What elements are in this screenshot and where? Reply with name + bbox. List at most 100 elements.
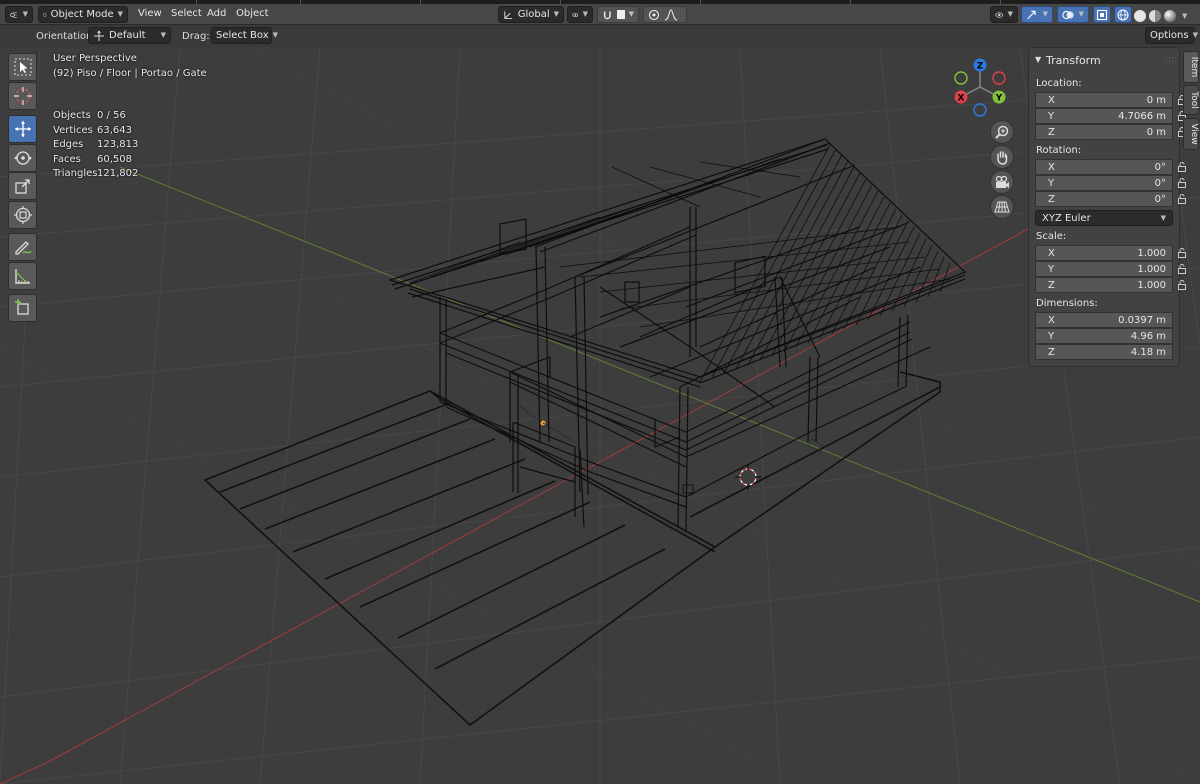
rotation-z-field[interactable]: Z 0° (1035, 191, 1173, 207)
cursor-tool[interactable] (8, 82, 37, 110)
field-value: 0 m (1146, 126, 1166, 138)
field-value: 4.7066 m (1118, 110, 1166, 122)
proportional-editing-toggle[interactable] (643, 6, 687, 23)
rotation-label: Rotation: (1036, 145, 1082, 156)
rotation-mode-selector[interactable]: XYZ Euler ▼ (1035, 210, 1173, 226)
field-value: 1.000 (1137, 247, 1166, 259)
shading-material-button[interactable] (1149, 10, 1161, 22)
chevron-down-icon: ▼ (272, 31, 279, 39)
menu-view[interactable]: View (138, 8, 162, 19)
select-cursor-icon (14, 58, 31, 76)
perspective-toggle-button[interactable] (990, 195, 1014, 219)
chevron-down-icon: ▼ (22, 10, 28, 18)
pivot-point-selector[interactable]: ▼ (567, 6, 593, 23)
rotate-tool[interactable] (8, 144, 37, 172)
proportional-edit-icon (648, 9, 660, 20)
transform-tool[interactable] (8, 201, 37, 229)
dimensions-label: Dimensions: (1036, 298, 1098, 309)
scale-label: Scale: (1036, 231, 1067, 242)
tab-view[interactable]: View (1183, 118, 1199, 150)
xray-icon (1096, 9, 1108, 20)
menu-object[interactable]: Object (236, 8, 269, 19)
view-name: User Perspective (53, 53, 137, 64)
lock-icon[interactable] (1177, 280, 1187, 290)
tab-tool[interactable]: Tool (1183, 85, 1199, 115)
lock-icon[interactable] (1177, 194, 1187, 204)
annotate-tool[interactable] (8, 233, 37, 261)
axis-label: Z (1048, 279, 1055, 291)
tab-item[interactable]: Item (1183, 51, 1199, 83)
gizmo-x-label: X (958, 94, 965, 104)
scale-y-field[interactable]: Y 1.000 (1035, 261, 1173, 277)
zoom-button[interactable] (990, 120, 1014, 144)
scale-z-field[interactable]: Z 1.000 (1035, 277, 1173, 293)
dimensions-y-field[interactable]: Y 4.96 m (1035, 328, 1173, 344)
editor-type-icon (10, 11, 17, 18)
lock-icon[interactable] (1177, 178, 1187, 188)
rotation-y-field[interactable]: Y 0° (1035, 175, 1173, 191)
location-z-field[interactable]: Z 0 m (1035, 124, 1173, 140)
camera-view-button[interactable] (990, 170, 1014, 194)
scale-x-field[interactable]: X 1.000 (1035, 245, 1173, 261)
editor-type-button[interactable]: ▼ (5, 6, 33, 23)
axis-label: Y (1048, 110, 1055, 122)
pan-button[interactable] (990, 145, 1014, 169)
chevron-down-icon: ▼ (582, 10, 588, 18)
location-x-field[interactable]: X 0 m (1035, 92, 1173, 108)
orientation-selector[interactable]: Default ▼ (88, 27, 171, 44)
mode-label: Object Mode (50, 9, 114, 20)
lock-icon[interactable] (1177, 162, 1187, 172)
rotation-x-field[interactable]: X 0° (1035, 159, 1173, 175)
wireframe-sphere-icon (1117, 9, 1129, 20)
panel-drag-handle-icon[interactable]: :::: (1165, 55, 1177, 65)
field-value: 0 m (1146, 94, 1166, 106)
scene-statistics: Objects 0 / 56 Vertices 63,643 Edges 123,81… (53, 110, 138, 183)
xray-toggle[interactable] (1093, 6, 1111, 23)
gizmo-neg-x-axis (992, 71, 1006, 85)
3d-viewport[interactable]: User Perspective (92) Piso / Floor | Por… (0, 47, 1200, 784)
chevron-down-icon: ▼ (1192, 31, 1198, 39)
scale-tool[interactable] (8, 172, 37, 200)
field-value: 0° (1154, 193, 1166, 205)
orientation-gizmo-icon (94, 30, 104, 41)
dimensions-z-field[interactable]: Z 4.18 m (1035, 344, 1173, 360)
snap-toggle[interactable]: ▼ (597, 6, 639, 23)
menu-add[interactable]: Add (207, 8, 226, 19)
collapse-chevron-icon[interactable]: ▼ (1035, 55, 1041, 64)
object-mode-icon (43, 13, 47, 16)
eye-icon (995, 11, 1004, 18)
add-cube-tool[interactable] (8, 294, 37, 322)
options-dropdown[interactable]: Options ▼ (1145, 27, 1198, 44)
dimensions-x-field[interactable]: X 0.0397 m (1035, 312, 1173, 328)
shading-rendered-button[interactable] (1164, 10, 1176, 22)
stat-row: Objects 0 / 56 (53, 110, 138, 125)
add-cube-icon (14, 299, 29, 315)
navigation-gizmo[interactable]: Z Y X (950, 55, 1010, 117)
move-tool[interactable] (8, 115, 37, 143)
stat-label: Vertices (53, 124, 93, 136)
lock-icon[interactable] (1177, 248, 1187, 258)
drag-selector[interactable]: Select Box ▼ (211, 27, 278, 44)
transform-panel-title: Transform (1046, 54, 1101, 67)
transform-orientation-selector[interactable]: Global ▼ (498, 6, 564, 23)
axis-label: X (1048, 314, 1055, 326)
shading-solid-button[interactable] (1134, 10, 1146, 22)
shading-wireframe-button[interactable] (1114, 6, 1132, 23)
overlays-toggle[interactable]: ▼ (1057, 6, 1089, 23)
location-y-field[interactable]: Y 4.7066 m (1035, 108, 1173, 124)
stat-label: Edges (53, 139, 84, 151)
menu-select[interactable]: Select (171, 8, 202, 19)
object-visibility-selector[interactable]: ▼ (990, 6, 1018, 23)
shading-options-chevron-icon[interactable]: ▼ (1182, 12, 1187, 20)
lock-icon[interactable] (1177, 264, 1187, 274)
measure-tool[interactable] (8, 262, 37, 290)
axis-label: Y (1048, 177, 1055, 189)
scale-icon (14, 179, 30, 194)
chevron-down-icon: ▼ (628, 10, 634, 18)
gizmo-toggle[interactable]: ▼ (1021, 6, 1053, 23)
stat-value: 123,813 (97, 139, 139, 151)
axis-label: Y (1048, 330, 1055, 342)
select-box-tool[interactable] (8, 53, 37, 81)
mode-selector[interactable]: Object Mode ▼ (38, 6, 128, 23)
axis-label: X (1048, 94, 1055, 106)
